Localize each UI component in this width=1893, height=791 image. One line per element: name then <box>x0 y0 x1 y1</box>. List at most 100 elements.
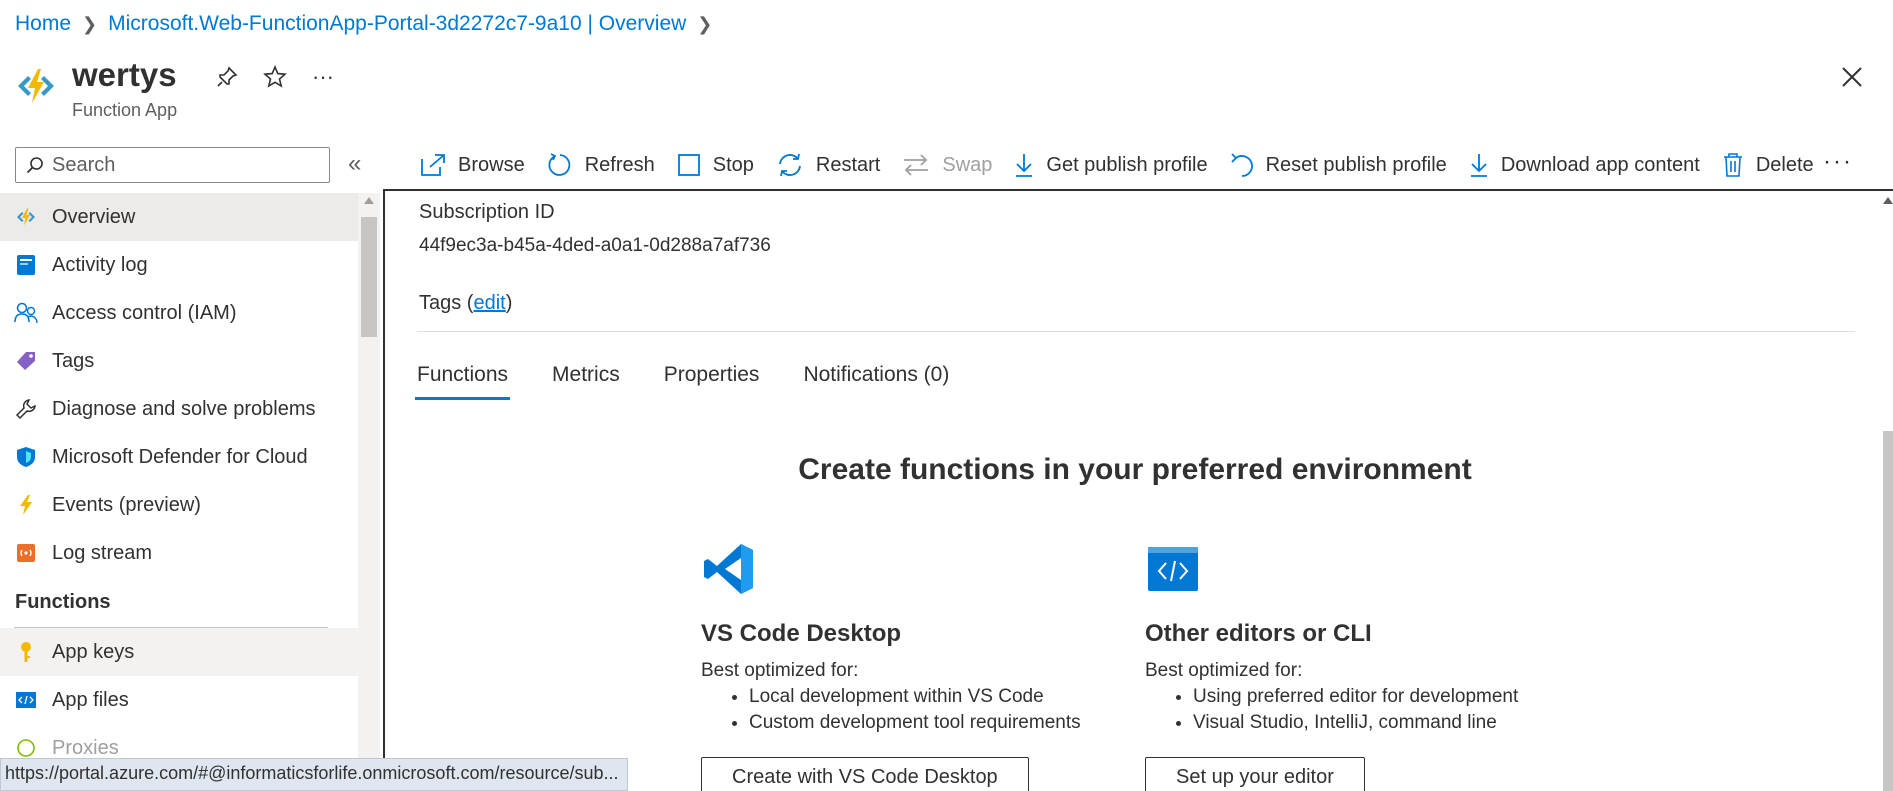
function-app-icon <box>14 205 38 229</box>
tab-metrics[interactable]: Metrics <box>550 363 622 400</box>
sidebar-item-label: Overview <box>52 205 136 228</box>
section-heading: Create functions in your preferred envir… <box>798 453 1472 486</box>
browse-button[interactable]: Browse <box>420 153 525 177</box>
tag-icon <box>14 349 38 373</box>
page-title: wertys <box>72 56 177 93</box>
browse-icon <box>421 154 445 176</box>
card-bullet: Custom development tool requirements <box>749 712 1121 734</box>
download-app-content-label: Download app content <box>1500 153 1700 176</box>
tags-edit-link[interactable]: edit <box>473 292 505 314</box>
card-bullet: Using preferred editor for development <box>1193 686 1565 708</box>
get-publish-profile-button[interactable]: Get publish profile <box>1014 152 1208 178</box>
sidebar-item-overview[interactable]: Overview <box>0 193 358 241</box>
tab-functions[interactable]: Functions <box>415 363 511 400</box>
tags-row: Tags (edit) <box>419 292 512 315</box>
restart-label: Restart <box>815 153 881 176</box>
refresh-button[interactable]: Refresh <box>547 152 655 178</box>
subscription-id-label: Subscription ID <box>419 201 555 223</box>
sidebar-scroll-thumb[interactable] <box>361 217 377 337</box>
download-app-content-button[interactable]: Download app content <box>1469 152 1700 178</box>
tab-list: Functions Metrics Properties Notificatio… <box>415 363 991 400</box>
main-scroll-thumb[interactable] <box>1883 431 1893 791</box>
tags-label: Tags ( <box>419 292 474 314</box>
card-subtitle: Best optimized for: <box>1145 660 1303 681</box>
sidebar-item-label: Log stream <box>52 541 153 564</box>
card-title: Other editors or CLI <box>1145 620 1372 647</box>
swap-button[interactable]: Swap <box>902 154 992 177</box>
tab-notifications[interactable]: Notifications (0) <box>801 363 951 400</box>
sidebar-item-app-keys[interactable]: App keys <box>0 628 358 676</box>
sidebar-item-events[interactable]: Events (preview) <box>0 481 358 529</box>
swap-label: Swap <box>942 153 993 176</box>
star-icon[interactable] <box>260 62 290 92</box>
sidebar-item-label: Diagnose and solve problems <box>52 397 316 420</box>
sidebar-item-log-stream[interactable]: Log stream <box>0 529 358 577</box>
download-icon <box>1470 154 1487 177</box>
search-box[interactable] <box>15 147 330 183</box>
sidebar: Overview Activity log Access control (IA… <box>0 193 358 791</box>
sidebar-item-label: Access control (IAM) <box>52 301 237 324</box>
scroll-up-arrow-icon[interactable] <box>1883 197 1893 204</box>
key-icon <box>14 640 38 664</box>
card-title: VS Code Desktop <box>701 620 902 647</box>
toolbar-more-button[interactable]: ··· <box>1823 148 1853 176</box>
sidebar-item-access-control[interactable]: Access control (IAM) <box>0 289 358 337</box>
sidebar-item-label: App keys <box>52 640 135 663</box>
stop-label: Stop <box>712 153 754 176</box>
sidebar-item-tags[interactable]: Tags <box>0 337 358 385</box>
set-up-editor-button[interactable]: Set up your editor <box>1145 757 1365 791</box>
lightning-icon <box>14 493 38 517</box>
sidebar-item-label: App files <box>52 688 129 711</box>
sidebar-item-diagnose[interactable]: Diagnose and solve problems <box>0 385 358 433</box>
browse-label: Browse <box>458 153 525 176</box>
main-content: Subscription ID 44f9ec3a-b45a-4ded-a0a1-… <box>383 189 1893 791</box>
card-bullet: Local development within VS Code <box>749 686 1121 708</box>
breadcrumb: Home ❯ Microsoft.Web-FunctionApp-Portal-… <box>15 12 723 36</box>
sidebar-item-activity-log[interactable]: Activity log <box>0 241 358 289</box>
scroll-up-arrow-icon[interactable] <box>364 197 374 204</box>
card-bullets: Using preferred editor for development V… <box>1193 686 1565 734</box>
wrench-icon <box>14 397 38 421</box>
tags-close-paren: ) <box>505 292 513 314</box>
vscode-icon <box>704 544 753 594</box>
page-subtitle: Function App <box>72 100 178 120</box>
tab-properties[interactable]: Properties <box>662 363 762 400</box>
stop-button[interactable]: Stop <box>677 153 754 177</box>
close-icon <box>1842 67 1862 87</box>
stop-icon <box>677 154 700 176</box>
delete-label: Delete <box>1755 153 1814 176</box>
restart-button[interactable]: Restart <box>776 152 880 178</box>
sidebar-item-label: Microsoft Defender for Cloud <box>52 445 308 468</box>
refresh-label: Refresh <box>584 153 655 176</box>
reset-icon <box>1230 153 1253 177</box>
sidebar-item-label: Activity log <box>52 253 148 276</box>
code-file-icon <box>14 688 38 712</box>
create-with-vscode-button[interactable]: Create with VS Code Desktop <box>701 757 1029 791</box>
breadcrumb-home-link[interactable]: Home <box>15 12 71 36</box>
log-stream-icon <box>14 541 38 565</box>
people-icon <box>14 301 38 325</box>
card-bullet: Visual Studio, IntelliJ, command line <box>1193 712 1565 734</box>
delete-button[interactable]: Delete <box>1722 152 1814 178</box>
close-button[interactable] <box>1835 60 1869 94</box>
collapse-sidebar-button[interactable]: « <box>348 150 372 180</box>
shield-icon <box>14 445 38 469</box>
breadcrumb-resource-link[interactable]: Microsoft.Web-FunctionApp-Portal-3d2272c… <box>108 12 686 36</box>
chevron-right-icon: ❯ <box>697 13 713 34</box>
reset-publish-profile-button[interactable]: Reset publish profile <box>1230 152 1447 178</box>
swap-icon <box>904 154 929 176</box>
card-bullets: Local development within VS Code Custom … <box>749 686 1121 734</box>
command-bar: Browse Refresh Stop Restart Swap Get pub… <box>420 145 1836 185</box>
search-input[interactable] <box>52 153 312 177</box>
sidebar-item-label: Proxies <box>52 736 119 759</box>
sidebar-item-defender[interactable]: Microsoft Defender for Cloud <box>0 433 358 481</box>
more-actions-button[interactable]: ··· <box>308 62 338 92</box>
sidebar-scrollbar[interactable] <box>358 193 380 791</box>
sidebar-item-label: Events (preview) <box>52 493 201 516</box>
sidebar-item-app-files[interactable]: App files <box>0 676 358 724</box>
code-editor-icon <box>1148 547 1198 591</box>
activity-log-icon <box>14 253 38 277</box>
main-scrollbar[interactable] <box>1883 191 1893 791</box>
pin-icon[interactable] <box>212 62 242 92</box>
other-editors-card: Other editors or CLI Best optimized for:… <box>1145 541 1565 738</box>
